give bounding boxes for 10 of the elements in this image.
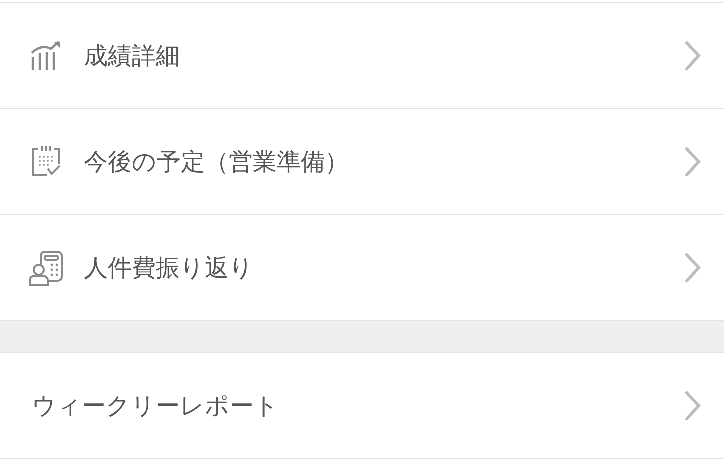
calendar-icon <box>29 144 63 178</box>
chevron-icon <box>684 146 702 178</box>
menu-item[interactable]: ウィークリーレポート <box>0 353 724 459</box>
chevron-icon <box>684 40 702 72</box>
menu-item[interactable]: 今後の予定（営業準備） <box>0 109 724 215</box>
menu-item[interactable]: 成績詳細 <box>0 3 724 109</box>
calculator-icon <box>28 250 64 286</box>
chevron-icon <box>684 252 702 284</box>
chevron-icon <box>684 390 702 422</box>
chart-icon <box>29 38 63 72</box>
